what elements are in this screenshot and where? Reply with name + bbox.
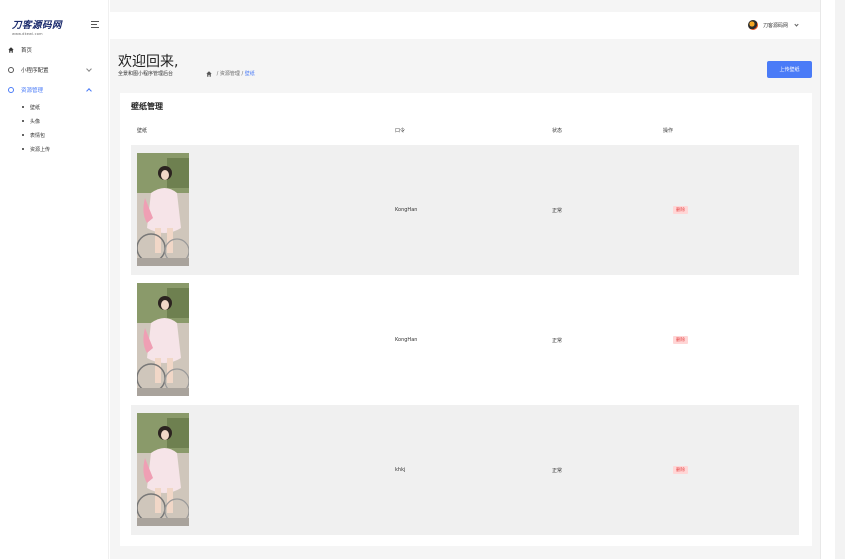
- bullet-icon: [22, 120, 24, 122]
- column-header-code: 口令: [395, 128, 406, 134]
- sidebar-item-miniapp-config[interactable]: 小程序配置: [0, 60, 109, 80]
- table-header: 壁纸 口令 状态 操作: [131, 123, 799, 137]
- table-row: khkj 正常 删除: [131, 405, 799, 535]
- top-header: 刀客源码网: [110, 12, 820, 39]
- sidebar-item-resource-management[interactable]: 资源管理: [0, 80, 109, 100]
- code-cell: KongHan: [395, 207, 418, 213]
- code-cell: KongHan: [395, 337, 418, 343]
- chevron-down-icon: [794, 21, 799, 27]
- code-cell: khkj: [395, 467, 406, 473]
- sidebar-item-label: 资源管理: [21, 88, 44, 94]
- submenu-item-label: 头像: [30, 118, 41, 125]
- scrollbar-track[interactable]: [835, 0, 845, 559]
- upload-wallpaper-button[interactable]: 上传壁纸: [767, 61, 812, 78]
- page-title: 欢迎回来,: [118, 54, 179, 70]
- user-menu[interactable]: 刀客源码网: [747, 20, 799, 30]
- column-header-wallpaper: 壁纸: [137, 128, 148, 134]
- wallpaper-thumbnail[interactable]: [137, 153, 189, 266]
- circle-icon: [8, 67, 14, 73]
- wallpaper-thumbnail[interactable]: [137, 413, 189, 526]
- bullet-icon: [22, 134, 24, 136]
- breadcrumb-item-current: 壁纸: [244, 71, 255, 77]
- submenu-item-label: 壁纸: [30, 104, 41, 111]
- table-row: KongHan 正常 删除: [131, 145, 799, 275]
- column-header-action: 操作: [663, 128, 674, 134]
- status-cell: 正常: [552, 208, 563, 214]
- submenu-item-label: 表情包: [30, 132, 46, 139]
- bullet-icon: [22, 106, 24, 108]
- breadcrumb-item-resource[interactable]: 资源管理: [220, 70, 240, 77]
- column-header-status: 状态: [552, 128, 563, 134]
- menu-toggle-icon[interactable]: [91, 21, 99, 30]
- page-scrollbar[interactable]: [820, 0, 847, 559]
- app-window: 刀客源码网 www.dkewl.com 首页 小程序配置 资源管理 壁纸 头像 …: [0, 0, 847, 559]
- avatar: [747, 20, 758, 30]
- table-row: KongHan 正常 删除: [131, 275, 799, 405]
- delete-button[interactable]: 删除: [673, 336, 688, 344]
- sidebar-menu: 首页 小程序配置 资源管理 壁纸 头像 表情包 资源上传: [0, 40, 109, 156]
- delete-button[interactable]: 删除: [673, 206, 688, 214]
- sidebar: 刀客源码网 www.dkewl.com 首页 小程序配置 资源管理 壁纸 头像 …: [0, 0, 109, 559]
- submenu-item-avatar[interactable]: 头像: [0, 114, 109, 128]
- chevron-down-icon: [86, 66, 92, 72]
- logo[interactable]: 刀客源码网 www.dkewl.com: [12, 17, 72, 36]
- home-icon[interactable]: [206, 70, 212, 77]
- logo-url: www.dkewl.com: [12, 32, 43, 36]
- submenu-item-wallpaper[interactable]: 壁纸: [0, 100, 109, 114]
- delete-button[interactable]: 删除: [673, 466, 688, 474]
- sidebar-item-label: 小程序配置: [21, 68, 49, 74]
- wallpaper-table-card: 壁纸管理 壁纸 口令 状态 操作 KongHan 正常 删除 KongHan 正…: [120, 93, 812, 546]
- breadcrumb: / 资源管理 / 壁纸: [206, 70, 255, 77]
- main-content: 欢迎回来, 全景和图小程序管理后台 / 资源管理 / 壁纸 上传壁纸 壁纸管理 …: [110, 39, 820, 559]
- top-strip: [110, 0, 820, 12]
- submenu-item-label: 资源上传: [30, 146, 51, 153]
- wallpaper-thumbnail[interactable]: [137, 283, 189, 396]
- logo-text: 刀客源码网: [12, 20, 63, 31]
- status-cell: 正常: [552, 338, 563, 344]
- home-icon: [8, 47, 14, 53]
- chevron-up-icon: [86, 88, 92, 94]
- resource-submenu: 壁纸 头像 表情包 资源上传: [0, 100, 109, 156]
- submenu-item-emoji[interactable]: 表情包: [0, 128, 109, 142]
- submenu-item-upload[interactable]: 资源上传: [0, 142, 109, 156]
- bullet-icon: [22, 148, 24, 150]
- sidebar-item-label: 首页: [21, 48, 33, 54]
- username: 刀客源码网: [762, 22, 788, 29]
- page-subtitle: 全景和图小程序管理后台: [118, 71, 174, 77]
- circle-icon: [8, 87, 14, 93]
- card-title: 壁纸管理: [131, 102, 163, 111]
- sidebar-item-home[interactable]: 首页: [0, 40, 109, 60]
- status-cell: 正常: [552, 468, 563, 474]
